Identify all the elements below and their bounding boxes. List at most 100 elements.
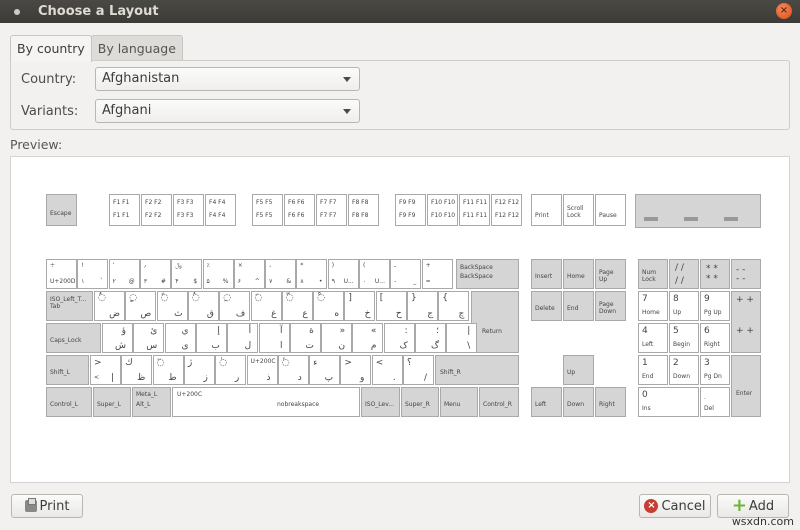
key-row1[interactable]: ٬ ۲ @ [108, 259, 140, 289]
key-scroll-lock[interactable]: Scroll Lock [563, 194, 594, 226]
key-row4[interactable]: ءپ [309, 355, 341, 385]
key-row1[interactable]: ﷼ ۴ $ [171, 259, 203, 289]
close-icon[interactable]: × [776, 3, 792, 19]
key-row1[interactable]: (۰ U... [359, 259, 390, 289]
key-kp-0[interactable]: 0 Ins [638, 387, 699, 417]
key-row2[interactable]: ◌ْ ه [313, 291, 345, 321]
key-row2[interactable]: ◌ٍ ص [125, 291, 157, 321]
key-row3[interactable]: أل [227, 323, 259, 353]
key-row4[interactable]: ژز [183, 355, 215, 385]
key-f4[interactable]: F4 F4 F4 F4 [205, 194, 236, 226]
key-num-lock[interactable]: Num Lock [638, 259, 668, 289]
key-row3[interactable]: » ن [321, 323, 353, 353]
key-backspace[interactable]: BackSpace BackSpace [456, 259, 519, 289]
key-f10[interactable]: F10 F10 F10 F10 [427, 194, 458, 226]
key-row3[interactable]: ئس [133, 323, 165, 353]
key-row4[interactable]: ◌ٰ ر [215, 355, 247, 385]
key-return[interactable]: Return [471, 291, 519, 353]
key-row2[interactable]: ◌ُ ق [187, 291, 219, 321]
key-f11[interactable]: F11 F11 F11 F11 [459, 194, 490, 226]
key-row1[interactable]: × ۶ ^ [233, 259, 265, 289]
key-shift-l[interactable]: Shift_L [46, 355, 89, 385]
key-row2[interactable]: [ح [375, 291, 407, 321]
key-kp-4[interactable]: 4 Left [638, 323, 668, 353]
key-kp-enter[interactable]: Enter [731, 355, 761, 417]
key-insert[interactable]: Insert [531, 259, 562, 289]
key-kp-plus[interactable]: + + + + [731, 291, 761, 353]
key-caps-lock[interactable]: Caps_Lock [46, 323, 101, 353]
key-f3[interactable]: F3 F3 F3 F3 [173, 194, 204, 226]
tab-by-country[interactable]: By country [10, 35, 92, 62]
key-row3[interactable]: | \ [446, 323, 478, 353]
key-end[interactable]: End [563, 291, 594, 321]
key-iso-level[interactable]: ISO_Lev... [361, 387, 400, 417]
key-f5[interactable]: F5 F5 F5 F5 [252, 194, 283, 226]
key-row4[interactable]: ◌ٓ ط [152, 355, 184, 385]
key-kp-divide[interactable]: / / / / [669, 259, 699, 289]
key-row1[interactable]: ÷ U+200D [46, 259, 77, 289]
key-row1[interactable]: * ۸ • [296, 259, 328, 289]
key-row1[interactable]: ٫ ۳ # [139, 259, 171, 289]
key-f7[interactable]: F7 F7 F7 F7 [316, 194, 347, 226]
key-kp-5[interactable]: 5 Begin [669, 323, 699, 353]
key-row3[interactable]: ؤش [102, 323, 133, 353]
key-row3[interactable]: إب [195, 323, 227, 353]
print-button[interactable]: Print [11, 494, 83, 518]
key-super-l[interactable]: Super_L [93, 387, 131, 417]
variants-dropdown[interactable]: Afghani [95, 99, 360, 123]
key-super-r[interactable]: Super_R [401, 387, 439, 417]
key-f12[interactable]: F12 F12 F12 F12 [491, 194, 522, 226]
key-row2[interactable]: {چ [438, 291, 470, 321]
key-kp-decimal[interactable]: . Del [700, 387, 730, 417]
key-row4[interactable]: كظ [121, 355, 153, 385]
key-row3[interactable]: ؛ گ [415, 323, 446, 353]
key-row2[interactable]: ◌ّ ع [281, 291, 313, 321]
key-control-l[interactable]: Control_L [46, 387, 92, 417]
key-row4[interactable]: <. [371, 355, 403, 385]
key-row4[interactable]: > < | [90, 355, 121, 385]
key-alt-l[interactable]: Meta_L Alt_L [132, 387, 171, 417]
key-kp-2[interactable]: 2 Down [669, 355, 699, 385]
key-kp-8[interactable]: 8 Up [669, 291, 699, 321]
key-page-down[interactable]: Page Down [595, 291, 626, 321]
key-row2[interactable]: ◌َ غ [250, 291, 282, 321]
key-row3[interactable]: آا [258, 323, 290, 353]
key-row1[interactable]: ـ - _ [390, 259, 422, 289]
key-kp-6[interactable]: 6 Right [700, 323, 730, 353]
key-row1[interactable]: ) ۹ U... [327, 259, 359, 289]
key-menu[interactable]: Menu [440, 387, 478, 417]
key-row1[interactable]: + = [421, 259, 453, 289]
key-pause[interactable]: Pause [595, 194, 626, 226]
key-row2[interactable]: ] خ [344, 291, 376, 321]
key-f1[interactable]: F1 F1 F1 F1 [109, 194, 140, 226]
key-row4[interactable]: ◌ٔ د [277, 355, 309, 385]
key-up[interactable]: Up [563, 355, 594, 385]
key-down[interactable]: Down [563, 387, 594, 417]
key-row3[interactable]: «م [352, 323, 384, 353]
key-kp-minus[interactable]: - -- - [731, 259, 761, 289]
key-kp-7[interactable]: 7 Home [638, 291, 668, 321]
key-shift-r[interactable]: Shift_R [435, 355, 519, 385]
key-row1[interactable]: ، ۷ & [265, 259, 297, 289]
key-delete[interactable]: Delete [531, 291, 562, 321]
key-row4[interactable]: U+200C ذ [246, 355, 278, 385]
key-row2[interactable]: } ج [407, 291, 438, 321]
key-row3[interactable]: يی [164, 323, 196, 353]
key-left[interactable]: Left [531, 387, 562, 417]
key-f9[interactable]: F9 F9 F9 F9 [395, 194, 426, 226]
tab-by-language[interactable]: By language [90, 35, 183, 61]
key-print[interactable]: Print [531, 194, 562, 226]
key-row2[interactable]: ◌ً ث [156, 291, 188, 321]
key-row3[interactable]: :ک [383, 323, 415, 353]
key-f2[interactable]: F2 F2 F2 F2 [141, 194, 172, 226]
key-row4[interactable]: ؟ / [403, 355, 434, 385]
country-dropdown[interactable]: Afghanistan [95, 67, 360, 91]
key-row3[interactable]: ةت [289, 323, 321, 353]
key-row1[interactable]: ! ۱ ` [77, 259, 109, 289]
key-page-up[interactable]: Page Up [595, 259, 626, 289]
key-row4[interactable]: > و [340, 355, 372, 385]
key-escape[interactable]: Escape [46, 194, 77, 226]
key-home[interactable]: Home [563, 259, 594, 289]
key-kp-1[interactable]: 1 End [638, 355, 668, 385]
key-space[interactable]: U+200C nobreakspace [172, 387, 360, 417]
